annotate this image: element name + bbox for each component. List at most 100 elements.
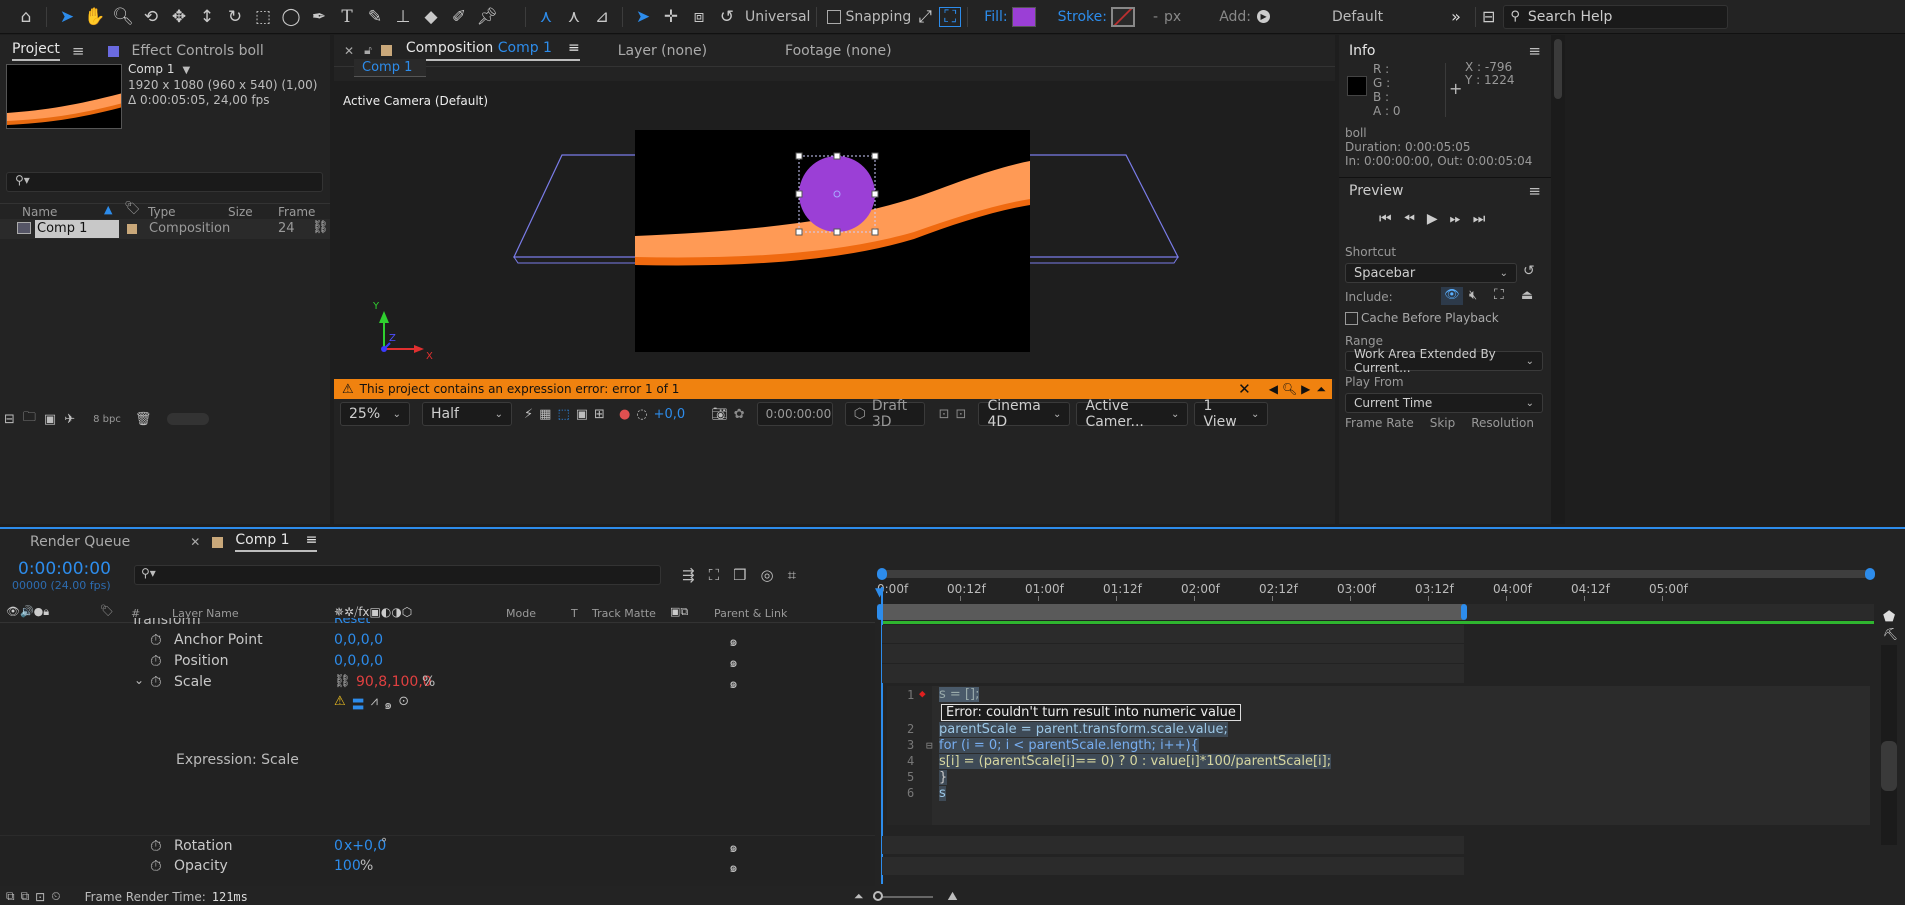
project-thumbnail[interactable] [6,64,122,129]
property-value[interactable]: 100 [334,858,361,874]
tab-project[interactable]: Project ≡ [0,35,96,67]
shortcut-dropdown[interactable]: Spacebar ⌄ [1345,263,1517,283]
expression-language-menu-icon[interactable]: ⊙ [398,694,409,715]
universal-select-icon[interactable]: ➤ [629,3,657,31]
pan-camera-icon[interactable]: ✥ [165,3,193,31]
last-frame-icon[interactable]: ⏭ [1473,211,1486,227]
stopwatch-icon[interactable]: ⏱︎ [150,652,162,670]
zoom-out-icon[interactable]: ⏶ [854,889,864,904]
resolution-dropdown[interactable]: Half ⌄ [422,402,512,426]
include-audio-icon[interactable]: 🔇︎ [1469,288,1477,303]
include-layers-icon[interactable]: ⏏ [1521,288,1533,303]
property-value[interactable]: 0 [334,838,343,854]
fast-previews-icon[interactable]: ⚡ [524,407,533,422]
stopwatch-icon[interactable]: ⏱︎ [150,857,162,875]
timeline-search-input[interactable]: ⚲▾ [134,565,661,585]
first-frame-icon[interactable]: ⏮ [1379,211,1392,227]
pen-tool-icon[interactable]: ✒ [305,3,333,31]
label-tag-icon[interactable]: 🏷︎ [124,201,141,216]
view-axis-icon[interactable]: ⊿ [588,3,616,31]
prev-frame-icon[interactable]: ⏪︎ [1404,211,1415,227]
local-axis-icon[interactable]: ⋏ [532,3,560,31]
interpret-footage-icon[interactable]: ⊟ [4,412,15,427]
selection-tool-icon[interactable]: ➤ [53,3,81,31]
toggle-mask-icon[interactable]: ▣ [576,407,588,422]
col-name-header[interactable]: Name [22,205,57,219]
channel-icon[interactable]: ● [619,407,630,422]
thumbnail-size-slider[interactable] [167,413,210,425]
pickwhip-icon[interactable]: ๑ [729,857,738,879]
error-prev-icon[interactable]: ◀ [1269,382,1278,396]
3d-ground-plane-icon[interactable]: ⊡ [939,407,950,422]
zoom-dropdown[interactable]: 25% ⌄ [340,402,410,426]
region-of-interest-icon[interactable]: ⬚ [557,407,569,422]
workspace-overflow-icon[interactable]: » [1451,7,1461,26]
timeline-zoom-slider[interactable] [873,890,934,901]
snapping-checkbox[interactable] [827,9,842,24]
new-composition-icon[interactable]: ▣ [44,412,56,427]
search-help-field[interactable]: ⚲ Search Help [1503,4,1729,29]
playhead-icon[interactable]: ▼ [875,585,884,599]
scrollbar-thumb[interactable] [1554,39,1562,99]
cache-checkbox[interactable] [1345,312,1358,325]
track-bar[interactable] [882,857,1464,875]
ellipse-tool-icon[interactable]: ◯ [277,3,305,31]
project-item-row[interactable]: Comp 1 Composition 24 ⛓ [0,219,330,239]
col-size-header[interactable]: Size [228,205,253,219]
expression-warning-icon[interactable]: ⚠ [334,694,346,715]
hand-tool-icon[interactable]: ✋ [81,3,109,31]
error-collapse-icon[interactable]: ⏶ [1316,382,1326,397]
zoom-slider-knob[interactable] [873,890,884,901]
property-value-secondary[interactable]: x+0,0 [344,838,386,854]
new-folder-icon[interactable]: 🗀 [23,408,36,430]
brush-tool-icon[interactable]: ✎ [361,3,389,31]
transfer-controls-toggle-icon[interactable]: ⧉ [21,889,30,904]
comp-flowchart-icon[interactable]: ⇶ [682,566,695,584]
col-type-header[interactable]: Type [148,205,176,219]
puppet-pin-icon[interactable]: 📌︎ [473,3,501,31]
panel-menu-icon[interactable]: ≡ [568,40,580,56]
property-value[interactable]: 0,0,0,0 [334,632,383,648]
delete-icon[interactable]: 🗑︎ [135,412,152,427]
right-scrollbar[interactable] [1551,35,1565,524]
play-from-dropdown[interactable]: Current Time ⌄ [1345,393,1543,413]
track-bar[interactable] [882,836,1464,854]
pickwhip-icon[interactable]: ๑ [729,673,738,695]
next-frame-icon[interactable]: ⏩︎ [1450,211,1461,227]
lock-icon[interactable]: 🔓︎ [364,43,372,58]
clone-stamp-icon[interactable]: ⊥ [389,3,417,31]
universal-rotate-icon[interactable]: ↺ [713,3,741,31]
close-tab-icon[interactable]: ✕ [190,535,200,549]
include-overlays-icon[interactable]: ⛶ [1494,287,1504,303]
fill-color-swatch[interactable] [1011,6,1036,27]
world-axis-icon[interactable]: ⋏ [560,3,588,31]
sort-ascending-icon[interactable]: ▲ [104,203,112,216]
project-item-label-swatch[interactable] [127,224,137,234]
property-value[interactable]: 0,0,0,0 [334,653,383,669]
panel-toggle-icon[interactable]: ⊟ [1482,7,1495,26]
expression-editor[interactable]: ◆ ⊟ 1 2 3 4 5 6 s = []; Error: couldn't … [887,686,1870,825]
home-icon[interactable]: ⌂ [12,3,40,31]
scrollbar-thumb[interactable] [1881,741,1897,791]
error-find-icon[interactable]: 🔍︎ [1282,382,1297,396]
work-area-bar[interactable] [877,604,1874,620]
comp-marker-bin-icon[interactable]: ⬟ [1883,609,1895,625]
show-snapshot-icon[interactable]: ✿ [734,407,745,422]
range-dropdown[interactable]: Work Area Extended By Current... ⌄ [1345,347,1543,375]
transparency-grid-icon[interactable]: ▦ [539,407,551,422]
project-item-name[interactable]: Comp 1 [35,220,119,238]
code-text[interactable]: s = []; Error: couldn't turn result into… [939,687,1332,802]
render-time-toggle-icon[interactable]: ⏲ [51,889,60,904]
universal-move-icon[interactable]: ✛ [657,3,685,31]
current-time-field[interactable]: 0:00:00:00 [756,402,833,426]
renderer-dropdown[interactable]: Cinema 4D ⌄ [978,398,1071,430]
comp-button-icon[interactable]: ⛏ [1883,627,1898,641]
grid-guides-icon[interactable]: ⊞ [594,407,605,422]
exposure-value[interactable]: +0,0 [654,407,686,422]
graph-editor-icon[interactable]: ⌗ [788,566,796,584]
zoom-tool-icon[interactable]: 🔍︎ [109,3,137,31]
time-navigator[interactable] [881,570,1875,578]
include-video-icon[interactable]: 👁︎ [1441,287,1463,305]
property-value[interactable]: 90,8,100,0 [356,674,432,690]
comp-info-dropdown-icon[interactable]: ▼ [182,65,190,76]
